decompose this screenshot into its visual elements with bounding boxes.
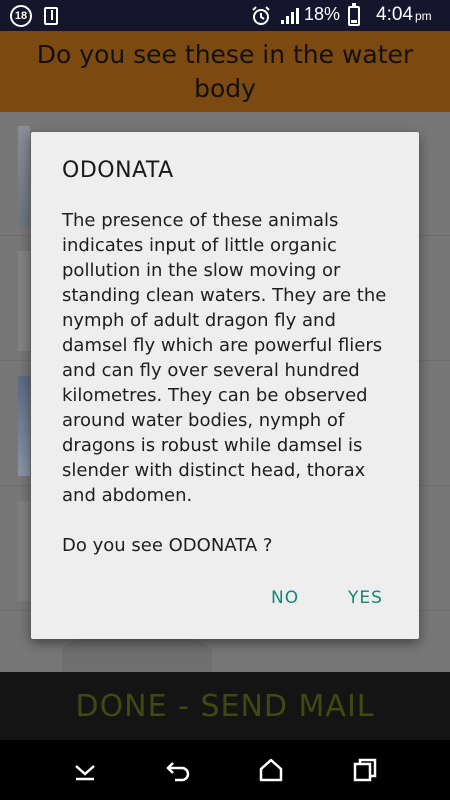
clock: 4:04 pm bbox=[376, 4, 432, 26]
list-item-thumbnail bbox=[18, 251, 30, 351]
status-bar: 18 18% 4:04 pm bbox=[0, 0, 450, 31]
no-button[interactable]: NO bbox=[271, 588, 299, 608]
dialog-message: The presence of these animals indicates … bbox=[62, 210, 387, 506]
back-icon[interactable] bbox=[163, 755, 193, 785]
signal-icon bbox=[281, 8, 299, 24]
clock-time: 4:04 bbox=[376, 4, 413, 25]
alarm-icon bbox=[251, 6, 271, 26]
dialog-title: ODONATA bbox=[62, 158, 174, 183]
done-send-mail-button[interactable]: DONE - SEND MAIL bbox=[0, 672, 450, 740]
clock-suffix: pm bbox=[414, 9, 432, 23]
system-nav-bar bbox=[0, 740, 450, 800]
odonata-dialog: ODONATA The presence of these animals in… bbox=[31, 132, 419, 639]
page-title: Do you see these in the water body bbox=[36, 39, 414, 103]
dialog-question: Do you see ODONATA ? bbox=[62, 535, 273, 556]
list-item-thumbnail bbox=[18, 501, 30, 601]
done-send-mail-label: DONE - SEND MAIL bbox=[75, 688, 375, 724]
yes-button[interactable]: YES bbox=[348, 588, 383, 608]
battery-icon bbox=[348, 3, 360, 26]
list-item-thumbnail bbox=[18, 376, 30, 476]
battery-percent: 18% bbox=[304, 4, 341, 24]
hide-keyboard-icon[interactable] bbox=[70, 755, 100, 785]
list-item-thumbnail bbox=[18, 126, 30, 226]
app-header: Do you see these in the water body bbox=[0, 31, 450, 112]
home-icon[interactable] bbox=[256, 755, 286, 785]
recents-icon[interactable] bbox=[350, 755, 380, 785]
notification-badge-icon: 18 bbox=[10, 5, 32, 27]
phone-icon bbox=[44, 7, 58, 25]
